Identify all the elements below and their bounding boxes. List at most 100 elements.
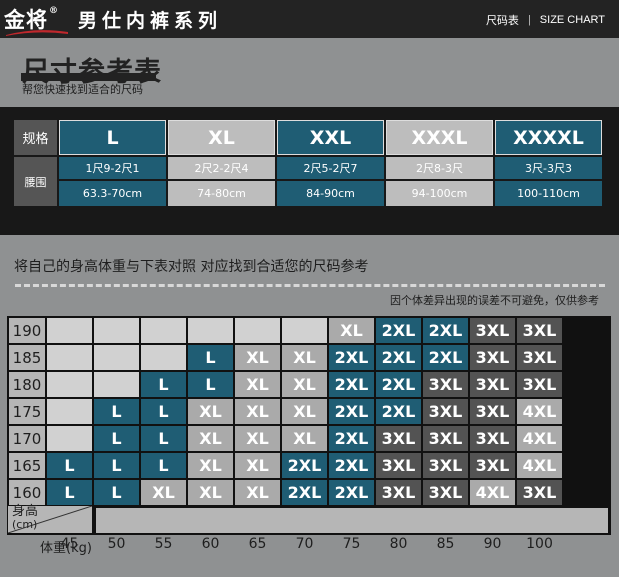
size-cell: 2XL <box>329 372 374 397</box>
size-cell: 3XL <box>470 426 515 451</box>
size-cell: 2XL <box>329 426 374 451</box>
size-cell: 3XL <box>470 372 515 397</box>
size-cell: L <box>94 453 139 478</box>
height-label: 165 <box>9 453 45 478</box>
size-cell: 2XL <box>376 318 421 343</box>
size-cell: L <box>141 372 186 397</box>
waist-cm-cell: 100-110cm <box>495 181 602 206</box>
dashed-divider <box>15 284 605 287</box>
series-name: 男仕内裤系列 <box>78 10 223 32</box>
waist-cm-cell: 84-90cm <box>277 181 384 206</box>
size-cell: 3XL <box>470 345 515 370</box>
size-cell: L <box>188 345 233 370</box>
height-weight-grid: 190 XL 2XL 2XL 3XL 3XL 185 L XL XL 2XL 2XL 2XL 3XL 3XL… <box>7 316 611 535</box>
height-label: 185 <box>9 345 45 370</box>
size-cell: XL <box>282 399 327 424</box>
size-cell: XL <box>235 372 280 397</box>
size-cell: 2XL <box>282 453 327 478</box>
waist-cm-cell: 74-80cm <box>168 181 275 206</box>
size-cell: L <box>141 453 186 478</box>
size-cell: 4XL <box>470 480 515 505</box>
waist-chi-cell: 2尺8-3尺 <box>386 157 493 179</box>
size-cell: 3XL <box>470 399 515 424</box>
size-table-link[interactable]: 尺码表 <box>486 12 519 28</box>
nav-separator: | <box>527 14 531 26</box>
weight-axis-strip <box>96 508 608 533</box>
size-cell: 3XL <box>517 345 562 370</box>
size-waist-table: 规格 L XL XXL XXXL XXXXL 腰围 1尺9-2尺1 2尺2-2尺… <box>0 107 619 235</box>
height-axis-label-line2: (cm) <box>12 518 38 531</box>
size-cell <box>94 372 139 397</box>
size-cell: 3XL <box>423 372 468 397</box>
waist-chi-cell: 2尺5-2尺7 <box>277 157 384 179</box>
weight-tick-label: 70 <box>295 536 314 552</box>
size-cell: 3XL <box>470 453 515 478</box>
weight-tick-label: 85 <box>436 536 455 552</box>
size-cell <box>282 318 327 343</box>
size-cell: 2XL <box>282 480 327 505</box>
size-cell <box>47 399 92 424</box>
size-cell: 2XL <box>423 318 468 343</box>
weight-tick-label: 55 <box>154 536 173 552</box>
size-cell: 3XL <box>423 426 468 451</box>
size-cell <box>47 372 92 397</box>
size-cell: 2XL <box>329 345 374 370</box>
height-label: 160 <box>9 480 45 505</box>
size-cell: 2XL <box>423 345 468 370</box>
size-cell: 2XL <box>329 399 374 424</box>
size-cell: XL <box>235 345 280 370</box>
size-cell: XL <box>235 399 280 424</box>
logo-swoosh-icon <box>6 30 68 36</box>
weight-tick-label: 100 <box>526 536 553 552</box>
waist-chi-cell: 1尺9-2尺1 <box>59 157 166 179</box>
size-cell: XL <box>235 426 280 451</box>
weight-tick-label: 90 <box>483 536 502 552</box>
size-cell: XL <box>141 480 186 505</box>
size-cell: 2XL <box>329 453 374 478</box>
size-cell <box>141 318 186 343</box>
size-cell: 4XL <box>517 399 562 424</box>
size-cell: L <box>94 426 139 451</box>
size-cell: 2XL <box>376 372 421 397</box>
size-cell: 2XL <box>376 399 421 424</box>
size-cell <box>235 318 280 343</box>
size-header: XL <box>168 120 275 155</box>
weight-tick-label: 65 <box>248 536 267 552</box>
size-chart-link[interactable]: SIZE CHART <box>540 14 605 26</box>
size-header: XXXXL <box>495 120 602 155</box>
size-cell: L <box>94 399 139 424</box>
size-cell: 3XL <box>423 453 468 478</box>
size-cell: 4XL <box>517 453 562 478</box>
instruction-text: 将自己的身高体重与下表对照 对应找到合适您的尺码参考 <box>14 259 369 275</box>
height-label: 175 <box>9 399 45 424</box>
size-header: L <box>59 120 166 155</box>
waist-chi-cell: 3尺-3尺3 <box>495 157 602 179</box>
size-cell: L <box>94 480 139 505</box>
height-axis-label-line1: 身高 <box>12 504 39 519</box>
size-cell: XL <box>235 453 280 478</box>
size-cell: 3XL <box>517 372 562 397</box>
size-cell <box>141 345 186 370</box>
size-cell: XL <box>282 345 327 370</box>
size-cell <box>47 345 92 370</box>
waist-cm-cell: 94-100cm <box>386 181 493 206</box>
height-axis-label: 身高 (cm) <box>12 505 38 531</box>
size-cell: L <box>47 453 92 478</box>
size-cell: 3XL <box>423 399 468 424</box>
size-cell <box>94 345 139 370</box>
top-nav: 尺码表 | SIZE CHART <box>486 12 605 28</box>
size-cell <box>47 318 92 343</box>
disclaimer-note: 因个体差异出现的误差不可避免，仅供参考 <box>390 294 599 307</box>
size-cell: 2XL <box>329 480 374 505</box>
weight-tick-label: 75 <box>342 536 361 552</box>
size-cell: 4XL <box>517 426 562 451</box>
waist-row-label: 腰围 <box>14 157 57 206</box>
waist-cm-cell: 63.3-70cm <box>59 181 166 206</box>
size-cell: 3XL <box>376 453 421 478</box>
size-cell: 3XL <box>470 318 515 343</box>
size-cell: L <box>188 372 233 397</box>
size-cell: XL <box>188 426 233 451</box>
size-header: XXXL <box>386 120 493 155</box>
weight-tick-label: 80 <box>389 536 408 552</box>
size-cell: XL <box>188 480 233 505</box>
